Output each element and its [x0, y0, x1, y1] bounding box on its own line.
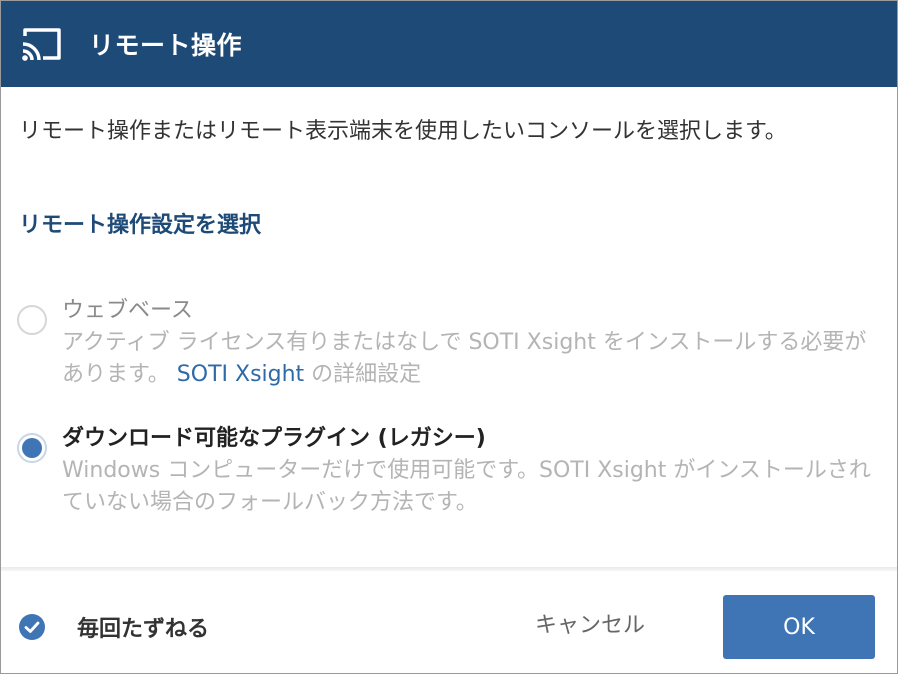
option-web-based-description: アクティブ ライセンス有りまたはなしで SOTI Xsight をインストールす… [62, 327, 882, 391]
dialog-footer: 毎回たずねる キャンセル OK [1, 571, 897, 673]
section-title: リモート操作設定を選択 [19, 213, 262, 238]
dialog-header: リモート操作 [1, 1, 897, 87]
dialog-title: リモート操作 [89, 31, 243, 60]
radio-web-based[interactable] [17, 305, 47, 335]
ask-every-time-label: 毎回たずねる [77, 617, 210, 642]
option-downloadable-plugin-label: ダウンロード可能なプラグイン (レガシー) [62, 426, 486, 451]
dialog-description: リモート操作またはリモート表示端末を使用したいコンソールを選択します。 [19, 119, 787, 144]
radio-downloadable-plugin[interactable] [17, 433, 47, 463]
option-web-based-label: ウェブベース [62, 298, 193, 323]
ok-button[interactable]: OK [723, 595, 875, 659]
option-web-based-description-suffix: の詳細設定 [304, 362, 422, 387]
remote-control-dialog: リモート操作 リモート操作またはリモート表示端末を使用したいコンソールを選択しま… [0, 0, 898, 674]
option-downloadable-plugin-description: Windows コンピューターだけで使用可能です。SOTI Xsight がイン… [62, 458, 871, 515]
cancel-button[interactable]: キャンセル [535, 607, 645, 639]
cast-icon [19, 24, 65, 64]
ask-every-time-checkbox[interactable]: 毎回たずねる [19, 611, 209, 643]
soti-xsight-link[interactable]: SOTI Xsight [177, 362, 304, 387]
option-downloadable-plugin[interactable]: ダウンロード可能なプラグイン (レガシー) Windows コンピューターだけで… [17, 423, 879, 523]
option-web-based[interactable]: ウェブベース アクティブ ライセンス有りまたはなしで SOTI Xsight を… [17, 295, 879, 395]
check-circle-icon[interactable] [19, 614, 45, 640]
